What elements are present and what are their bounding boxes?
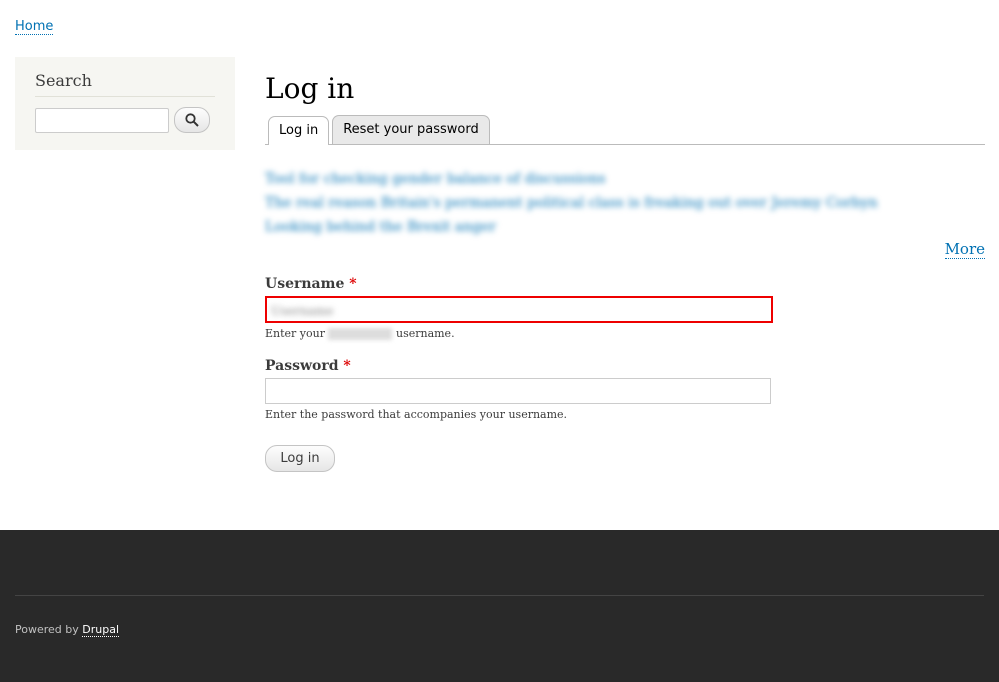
redacted-site-name [328,328,393,340]
sidebar-search-block: Search [15,57,235,150]
username-description: Enter your username. [265,327,985,340]
username-label: Username * [265,276,985,292]
username-label-text: Username [265,276,345,292]
news-item-link[interactable]: The real reason Britain's permanent poli… [265,191,985,215]
username-desc-prefix: Enter your [265,327,325,340]
main-content: Log in Log in Reset your password Tool f… [265,70,985,472]
username-field: Username * Username Enter your username. [265,276,985,340]
log-in-button[interactable]: Log in [265,445,335,472]
powered-by: Powered by Drupal [15,623,120,637]
search-input[interactable] [35,107,169,133]
tab-bar: Log in Reset your password [265,115,985,145]
search-form [35,107,215,133]
more-link[interactable]: More [944,240,985,259]
news-item-link[interactable]: Tool for checking gender balance of disc… [265,167,985,191]
password-field: Password * Enter the password that accom… [265,358,985,421]
breadcrumb-home-link[interactable]: Home [15,19,54,35]
search-button[interactable] [174,107,210,133]
password-description: Enter the password that accompanies your… [265,408,568,421]
footer-divider [15,595,984,596]
required-marker: * [343,358,351,374]
site-footer: Powered by Drupal [0,530,999,682]
magnifier-icon [185,113,199,127]
news-item-link[interactable]: Looking behind the Brexit anger [265,215,985,239]
password-label: Password * [265,358,985,374]
more-row: More [265,240,985,259]
powered-by-text: Powered by [15,623,79,636]
sidebar-search-title: Search [35,71,215,97]
breadcrumb: Home [15,19,54,35]
drupal-link[interactable]: Drupal [82,623,120,637]
username-desc-suffix: username. [395,327,455,340]
tab-log-in[interactable]: Log in [268,116,330,145]
tab-reset-password[interactable]: Reset your password [332,115,490,144]
username-input[interactable]: Username [265,296,773,323]
news-list: Tool for checking gender balance of disc… [265,167,985,239]
password-label-text: Password [265,358,339,374]
password-input[interactable] [265,378,771,404]
username-value: Username [271,304,334,318]
page-title: Log in [265,72,355,105]
required-marker: * [349,276,357,292]
